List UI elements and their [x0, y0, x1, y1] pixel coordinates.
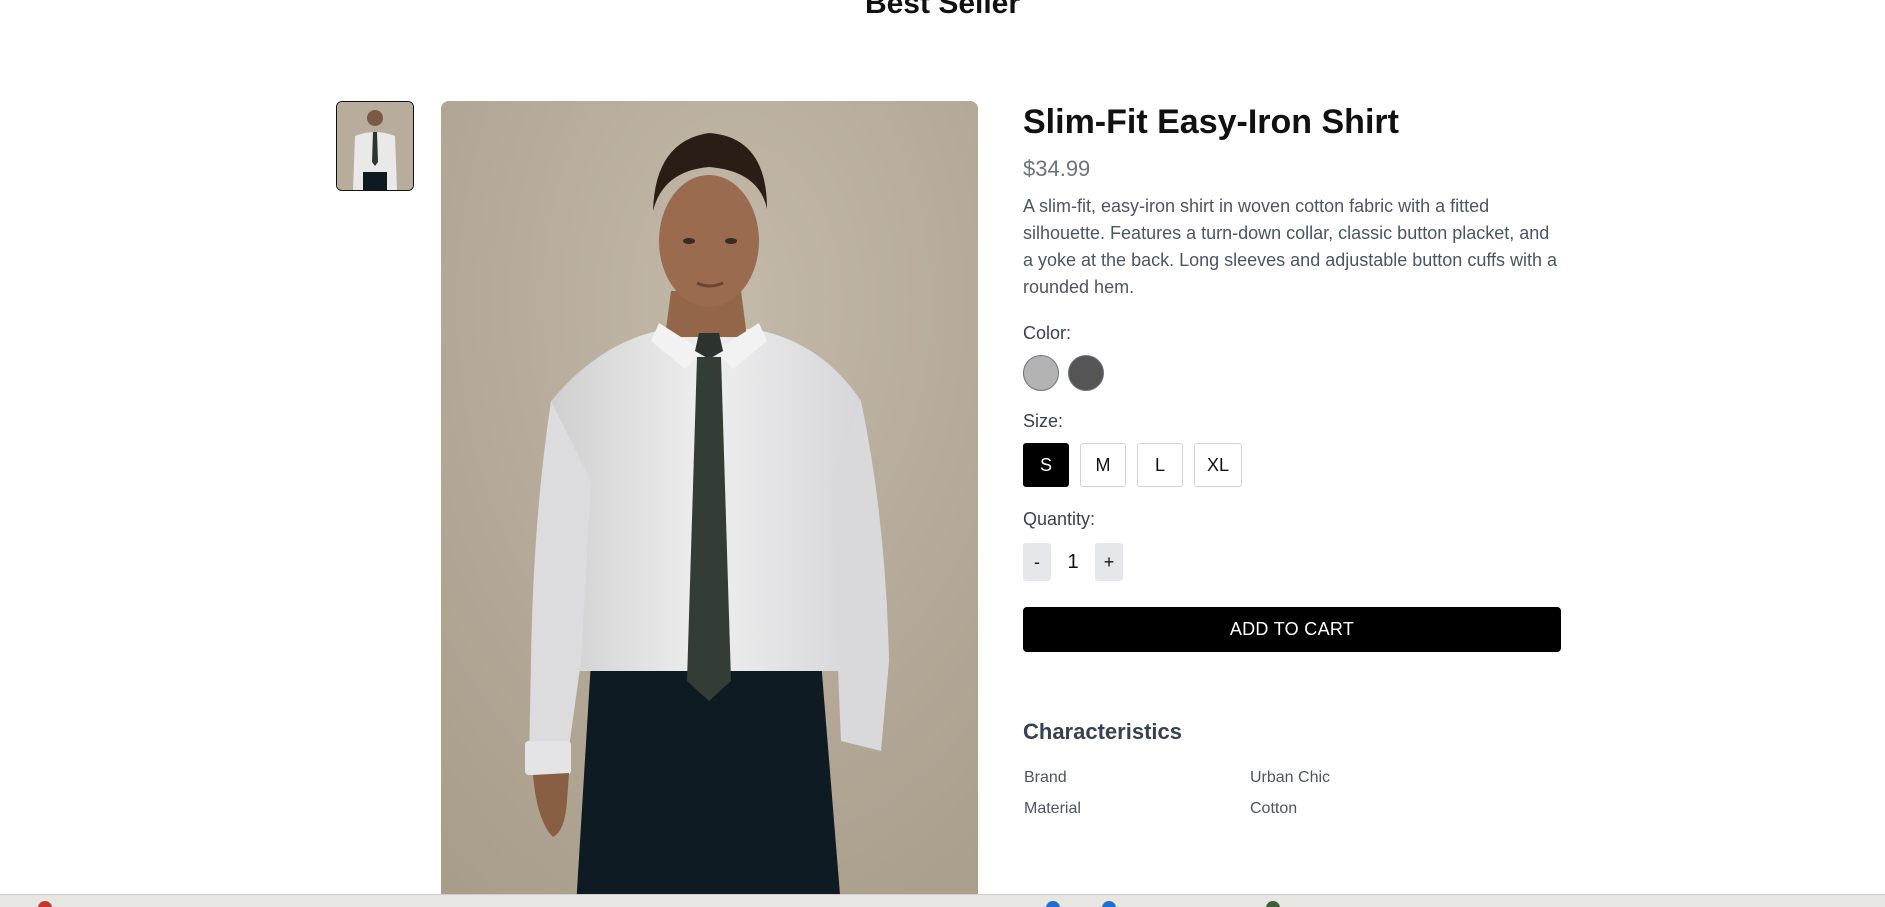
- product-page: Best Seller Slim-Fit Easy-Iron Shirt $34…: [0, 0, 1885, 907]
- product-title: Slim-Fit Easy-Iron Shirt: [1023, 103, 1399, 141]
- quantity-increment-button[interactable]: +: [1095, 543, 1123, 581]
- color-label: Color:: [1023, 323, 1072, 343]
- taskbar-app-icon[interactable]: [1046, 901, 1060, 907]
- characteristic-value: Cotton: [1250, 800, 1298, 817]
- thumbnail-image: [337, 102, 413, 190]
- size-label: Size:: [1023, 411, 1064, 431]
- size-option-xl[interactable]: XL: [1194, 443, 1243, 487]
- size-option-l[interactable]: L: [1137, 443, 1183, 487]
- size-option-s[interactable]: S: [1023, 443, 1069, 487]
- characteristics-title: Characteristics: [1023, 719, 1182, 744]
- thumbnail-list: [336, 101, 414, 191]
- product-thumbnail[interactable]: [336, 101, 414, 191]
- quantity-stepper: - 1 +: [1023, 543, 1561, 581]
- quantity-value: 1: [1067, 550, 1079, 573]
- taskbar-app-icon[interactable]: [1102, 901, 1116, 907]
- add-to-cart-button[interactable]: ADD TO CART: [1023, 607, 1561, 652]
- product-description: A slim-fit, easy-iron shirt in woven cot…: [1023, 196, 1558, 297]
- taskbar-app-icon[interactable]: [38, 901, 52, 907]
- color-swatch-dark-gray[interactable]: [1068, 355, 1104, 391]
- product-info: Slim-Fit Easy-Iron Shirt $34.99 A slim-f…: [1023, 101, 1561, 830]
- model-photo: [441, 101, 978, 907]
- color-swatch-light-gray[interactable]: [1023, 355, 1059, 391]
- characteristics-table: Brand Urban Chic Material Cotton: [1023, 768, 1443, 830]
- quantity-decrement-button[interactable]: -: [1023, 543, 1051, 581]
- table-row: Brand Urban Chic: [1023, 768, 1443, 799]
- section-title: Best Seller: [864, 0, 1021, 20]
- product-price: $34.99: [1023, 156, 1091, 181]
- size-option-m[interactable]: M: [1080, 443, 1126, 487]
- characteristic-key: Brand: [1024, 769, 1067, 786]
- taskbar: [0, 894, 1885, 907]
- taskbar-app-icon[interactable]: [1266, 901, 1280, 907]
- characteristic-value: Urban Chic: [1250, 769, 1331, 786]
- size-options: S M L XL: [1023, 443, 1561, 487]
- main-product-image: [441, 101, 978, 907]
- characteristic-key: Material: [1024, 800, 1081, 817]
- table-row: Material Cotton: [1023, 799, 1443, 830]
- color-swatches: [1023, 355, 1561, 391]
- quantity-label: Quantity:: [1023, 509, 1096, 529]
